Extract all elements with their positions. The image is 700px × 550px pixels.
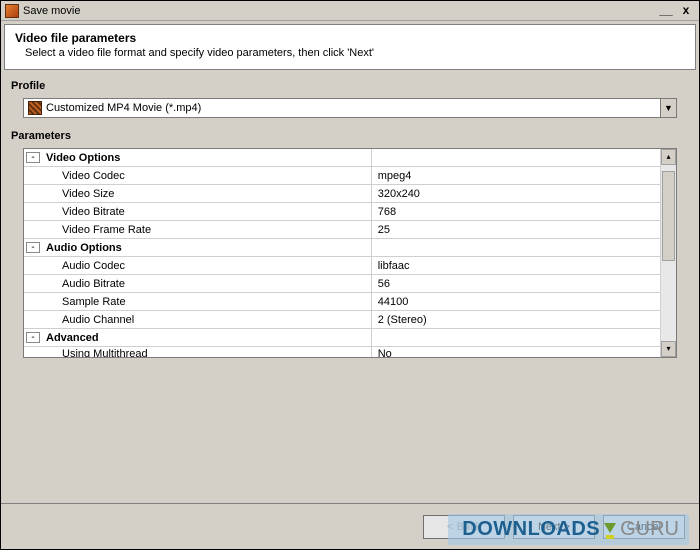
collapse-icon[interactable]: - xyxy=(26,332,40,343)
app-icon xyxy=(5,4,19,18)
param-name: Audio Codec xyxy=(40,260,371,272)
collapse-icon[interactable]: - xyxy=(26,152,40,163)
scroll-thumb[interactable] xyxy=(662,171,675,261)
param-value[interactable]: mpeg4 xyxy=(371,167,660,184)
param-name: Video Bitrate xyxy=(40,206,371,218)
profile-selected-text: Customized MP4 Movie (*.mp4) xyxy=(46,102,660,114)
param-row[interactable]: Video Codec mpeg4 xyxy=(24,167,660,185)
param-name: Audio Channel xyxy=(40,314,371,326)
parameters-grid: - Video Options Video Codec mpeg4 Video … xyxy=(23,148,677,358)
param-row[interactable]: Sample Rate 44100 xyxy=(24,293,660,311)
param-value[interactable]: libfaac xyxy=(371,257,660,274)
param-value[interactable]: 25 xyxy=(371,221,660,238)
param-name: Video Size xyxy=(40,188,371,200)
param-value[interactable]: 44100 xyxy=(371,293,660,310)
group-video-options[interactable]: - Video Options xyxy=(24,149,660,167)
param-row[interactable]: Audio Channel 2 (Stereo) xyxy=(24,311,660,329)
group-advanced[interactable]: - Advanced xyxy=(24,329,660,347)
scroll-down-icon[interactable]: ▾ xyxy=(661,341,676,357)
collapse-icon[interactable]: - xyxy=(26,242,40,253)
param-row[interactable]: Using Multithread No xyxy=(24,347,660,358)
param-row[interactable]: Audio Bitrate 56 xyxy=(24,275,660,293)
param-row[interactable]: Video Bitrate 768 xyxy=(24,203,660,221)
back-button[interactable]: < Back xyxy=(423,515,505,539)
param-value[interactable]: 768 xyxy=(371,203,660,220)
cancel-button[interactable]: Cancel xyxy=(603,515,685,539)
wizard-banner: Video file parameters Select a video fil… xyxy=(4,24,696,70)
param-row[interactable]: Video Size 320x240 xyxy=(24,185,660,203)
parameters-label: Parameters xyxy=(5,128,695,144)
chevron-down-icon[interactable]: ▼ xyxy=(660,99,676,117)
profile-combobox[interactable]: Customized MP4 Movie (*.mp4) ▼ xyxy=(23,98,677,118)
banner-subtext: Select a video file format and specify v… xyxy=(25,47,685,59)
close-button[interactable]: x xyxy=(677,4,695,18)
window-title: Save movie xyxy=(23,5,655,17)
profile-format-icon xyxy=(28,101,42,115)
profile-label: Profile xyxy=(5,78,695,94)
minimize-button[interactable]: __ xyxy=(657,4,675,18)
param-name: Video Codec xyxy=(40,170,371,182)
param-name: Audio Bitrate xyxy=(40,278,371,290)
param-value[interactable]: 2 (Stereo) xyxy=(371,311,660,328)
scroll-up-icon[interactable]: ▴ xyxy=(661,149,676,165)
param-name: Sample Rate xyxy=(40,296,371,308)
banner-heading: Video file parameters xyxy=(15,31,685,45)
next-button[interactable]: Next > xyxy=(513,515,595,539)
wizard-button-bar: < Back Next > Cancel DOWNLOADS GURU xyxy=(1,503,699,549)
param-row[interactable]: Audio Codec libfaac xyxy=(24,257,660,275)
group-audio-options[interactable]: - Audio Options xyxy=(24,239,660,257)
param-name: Video Frame Rate xyxy=(40,224,371,236)
param-name: Using Multithread xyxy=(40,348,371,358)
vertical-scrollbar[interactable]: ▴ ▾ xyxy=(660,149,676,357)
param-value[interactable]: 320x240 xyxy=(371,185,660,202)
param-value[interactable]: No xyxy=(371,347,660,358)
titlebar: Save movie __ x xyxy=(1,1,699,21)
param-row[interactable]: Video Frame Rate 25 xyxy=(24,221,660,239)
param-value[interactable]: 56 xyxy=(371,275,660,292)
